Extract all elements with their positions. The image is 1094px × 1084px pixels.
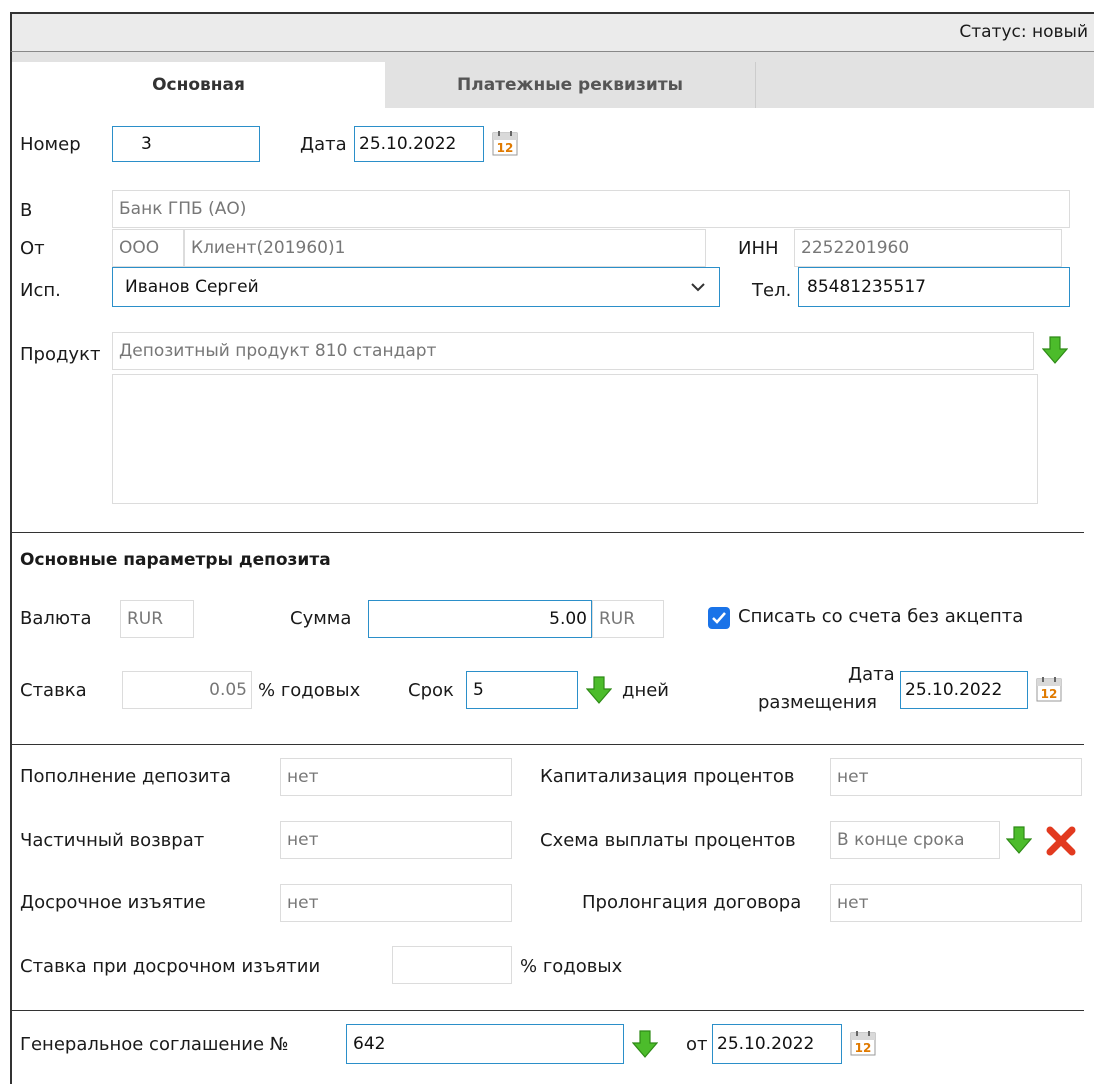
number-label: Номер [20,134,81,155]
refill-field: нет [280,758,512,796]
params-heading: Основные параметры депозита [20,550,331,570]
section-divider [12,1010,1084,1011]
executor-select[interactable]: Иванов Сергей [112,267,720,307]
section-divider [12,744,1084,745]
calendar-icon[interactable] [1036,676,1062,702]
sum-label: Сумма [290,608,352,629]
early-rate-unit: % годовых [520,956,623,977]
phone-label: Тел. [752,280,792,301]
agreement-number-field[interactable]: 642 [346,1024,624,1064]
from-label: От [20,238,45,259]
interest-scheme-field: В конце срока [830,821,1000,859]
green-down-arrow-icon[interactable] [1042,336,1068,364]
product-field: Депозитный продукт 810 стандарт [112,332,1034,370]
chevron-down-icon [691,283,705,292]
currency-label: Валюта [20,608,92,629]
executor-label: Исп. [20,280,61,301]
window-left-border [10,12,12,1084]
term-field[interactable]: 5 [466,671,578,709]
prolongation-label: Пролонгация договора [582,892,802,913]
tab-main[interactable]: Основная [12,62,385,108]
placement-date-label-line1: Дата [848,664,895,685]
early-withdrawal-label: Досрочное изъятие [20,892,206,913]
term-label: Срок [408,680,454,701]
placement-date-label-line2: размещения [758,692,878,713]
green-down-arrow-icon[interactable] [632,1030,658,1058]
placement-date-field[interactable]: 25.10.2022 [900,671,1028,709]
inn-label: ИНН [738,238,779,259]
date-label: Дата [300,134,347,155]
rate-label: Ставка [20,680,87,701]
term-unit: дней [622,680,669,701]
writeoff-checkbox[interactable] [708,607,730,629]
phone-field[interactable]: 85481235517 [798,267,1070,307]
rate-field: 0.05 [122,671,252,709]
early-rate-label: Ставка при досрочном изъятии [20,956,321,977]
writeoff-label: Списать со счета без акцепта [738,606,1024,627]
calendar-icon[interactable] [492,130,518,156]
capitalization-field: нет [830,758,1082,796]
product-label: Продукт [20,344,101,365]
refill-label: Пополнение депозита [20,766,232,787]
red-x-icon[interactable] [1046,826,1076,856]
calendar-icon[interactable] [850,1030,876,1056]
green-down-arrow-icon[interactable] [1006,826,1032,854]
product-description-area [112,374,1038,504]
agreement-from-label: от [686,1034,708,1055]
prolongation-field: нет [830,884,1082,922]
tab-payment-details[interactable]: Платежные реквизиты [385,62,756,108]
capitalization-label: Капитализация процентов [540,766,795,787]
partial-return-field: нет [280,821,512,859]
checkbox-checked-icon [712,612,726,624]
interest-scheme-label: Схема выплаты процентов [540,830,796,851]
currency-field: RUR [120,600,194,638]
date-field[interactable]: 25.10.2022 [354,126,484,162]
agreement-date-field[interactable]: 25.10.2022 [712,1024,842,1064]
sum-currency-field: RUR [592,600,664,638]
status-text: Статус: новый [959,22,1088,42]
green-down-arrow-icon[interactable] [586,676,612,704]
sum-field[interactable]: 5.00 [368,600,592,638]
rate-unit: % годовых [258,680,361,701]
section-divider [12,532,1084,533]
tab-bar: Основная Платежные реквизиты [12,52,1094,108]
early-withdrawal-field: нет [280,884,512,922]
early-rate-field[interactable] [392,946,512,984]
partial-return-label: Частичный возврат [20,830,205,851]
executor-value: Иванов Сергей [125,277,259,297]
agreement-label: Генеральное соглашение № [20,1034,289,1055]
to-bank-field: Банк ГПБ (АО) [112,190,1070,228]
number-field[interactable]: 3 [112,126,260,162]
inn-field: 2252201960 [794,229,1062,267]
to-label: В [20,200,33,221]
status-bar: Статус: новый [10,12,1094,52]
from-type-field: ООО [112,229,184,267]
from-name-field: Клиент(201960)1 [184,229,706,267]
